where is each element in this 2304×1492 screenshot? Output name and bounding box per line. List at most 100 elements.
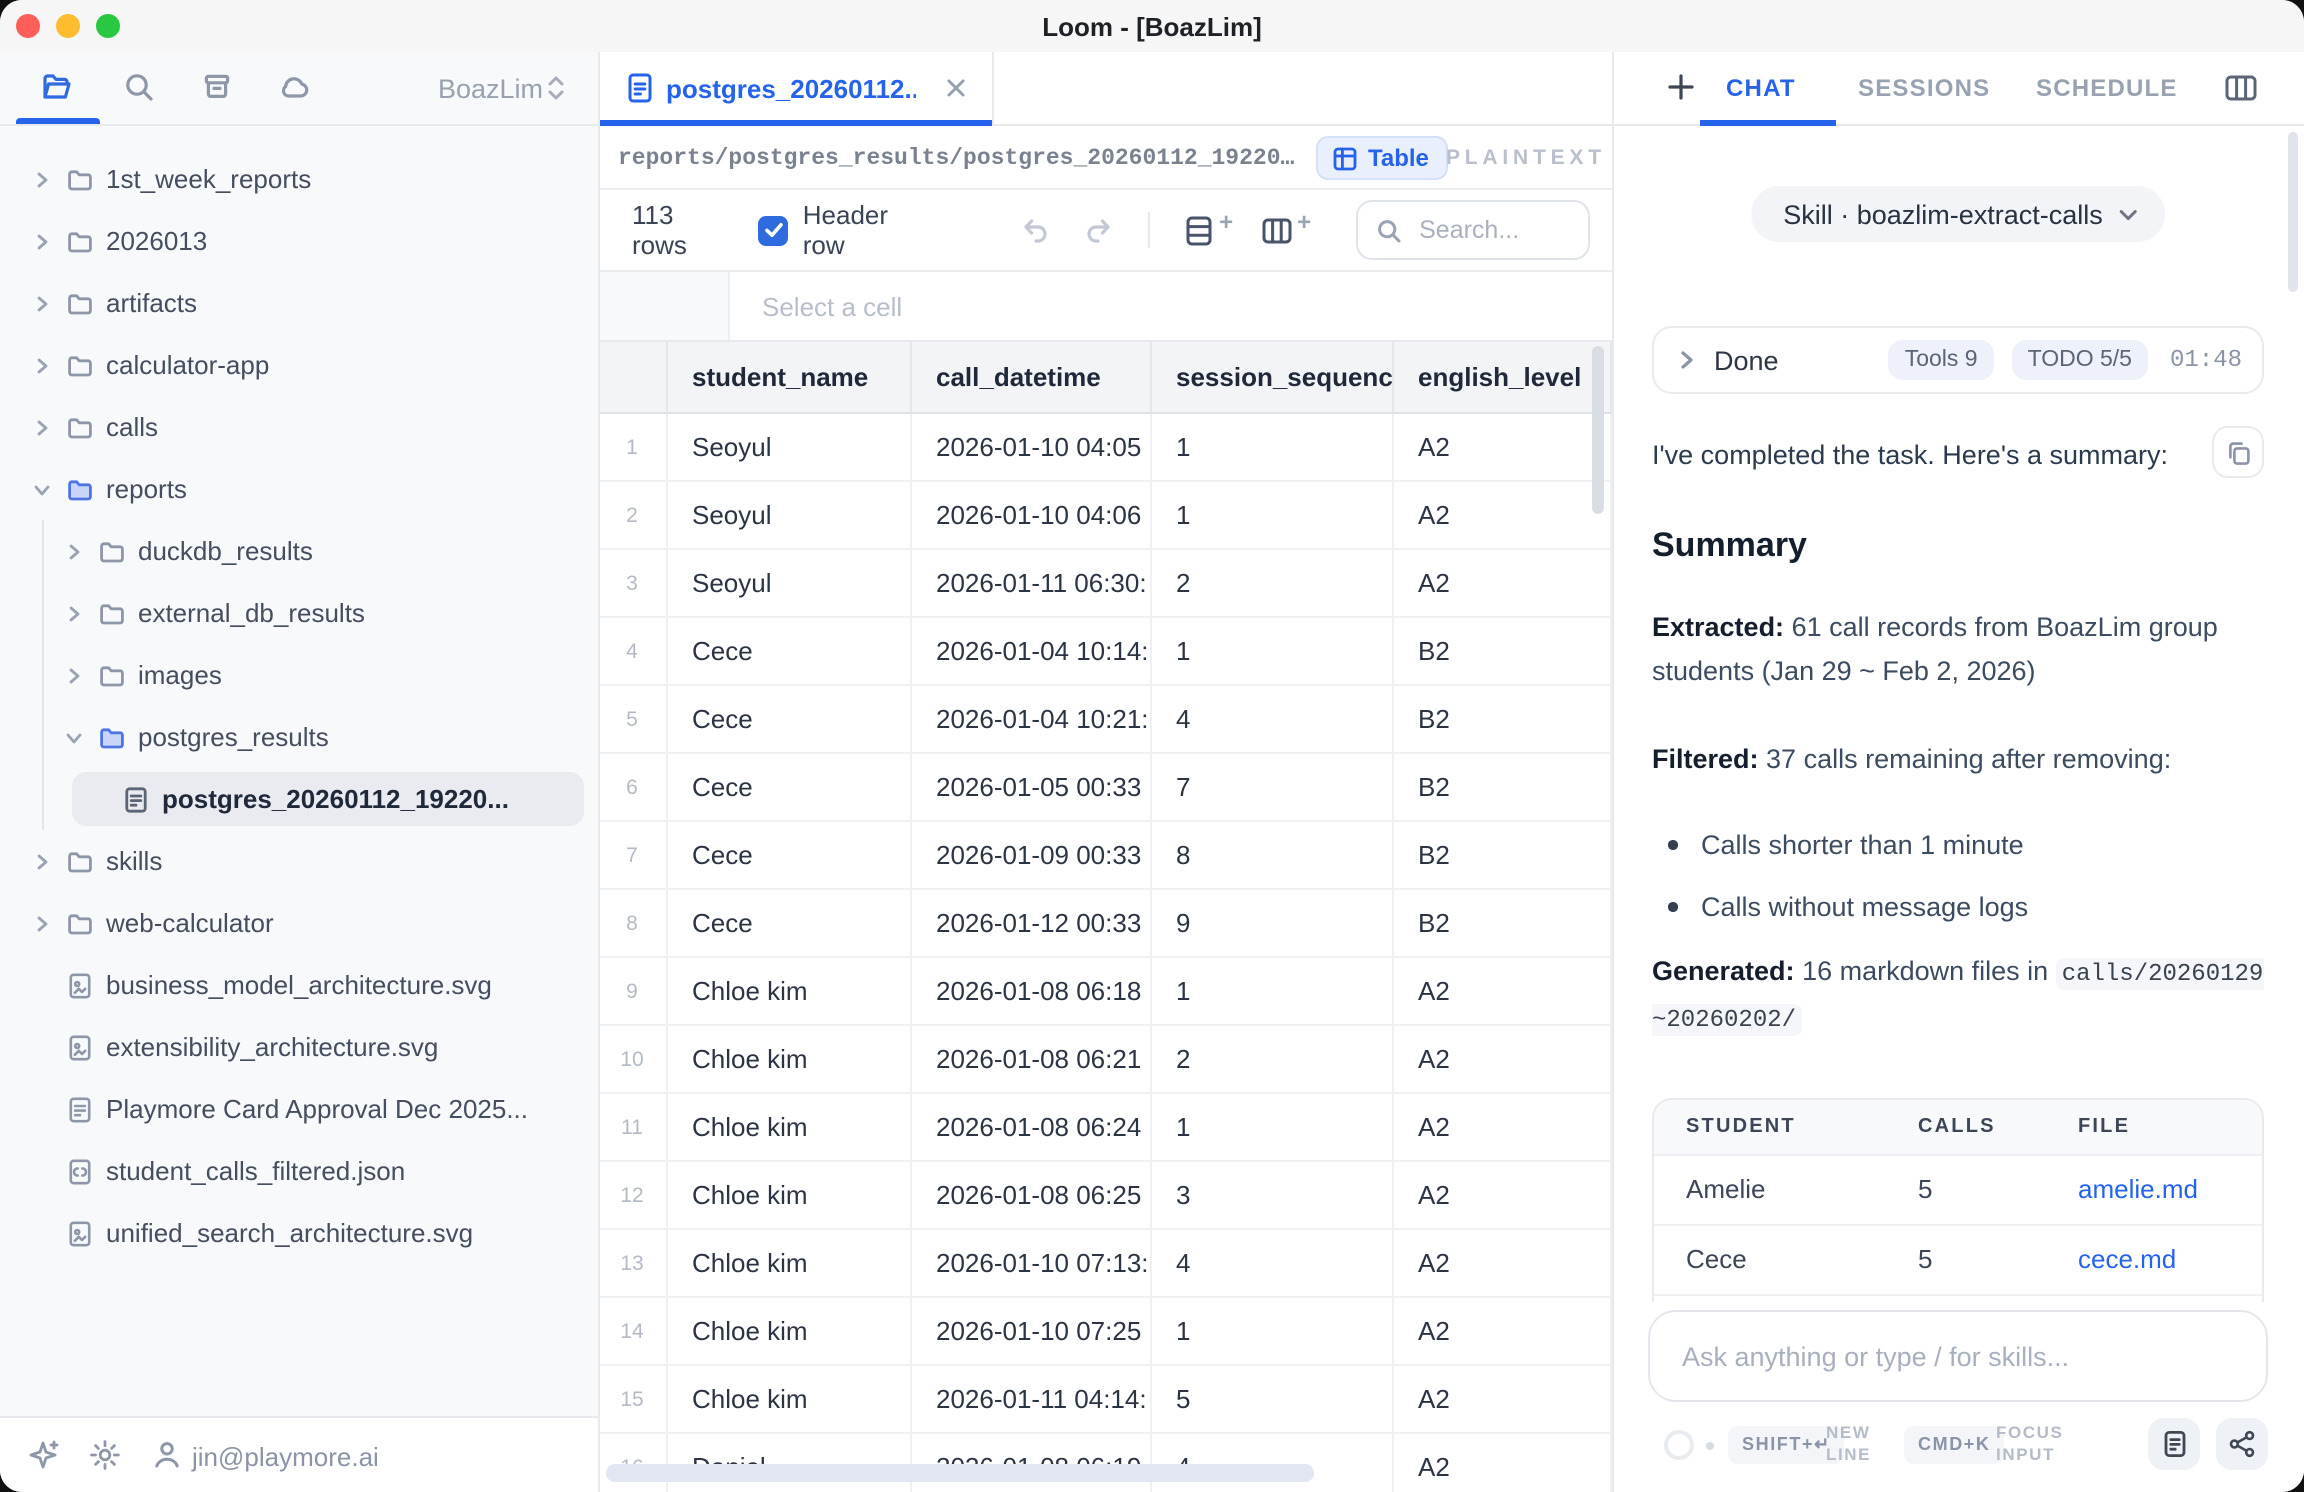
cell-english-level[interactable]: B2 bbox=[1394, 618, 1612, 686]
row-number[interactable]: 3 bbox=[598, 550, 668, 618]
document-button[interactable] bbox=[2148, 1418, 2200, 1470]
formula-bar[interactable]: Select a cell bbox=[598, 272, 1612, 342]
cell-student-name[interactable]: Chloe kim bbox=[668, 1094, 912, 1162]
cell-student-name[interactable]: Chloe kim bbox=[668, 1026, 912, 1094]
cell-call-datetime[interactable]: 2026-01-08 06:21 bbox=[912, 1026, 1152, 1094]
skill-pill[interactable]: Skill · boazlim-extract-calls bbox=[1751, 186, 2165, 242]
cell-english-level[interactable]: A2 bbox=[1394, 550, 1612, 618]
copy-button[interactable] bbox=[2212, 426, 2264, 478]
cell-call-datetime[interactable]: 2026-01-10 04:05 bbox=[912, 414, 1152, 482]
cell-session-sequence[interactable]: 1 bbox=[1152, 1094, 1394, 1162]
cell-student-name[interactable]: Cece bbox=[668, 890, 912, 958]
tree-item-reports[interactable]: reports bbox=[0, 458, 598, 520]
table-row[interactable]: 2 Seoyul 2026-01-10 04:06 1 A2 bbox=[598, 482, 1612, 550]
user-icon[interactable] bbox=[150, 1438, 184, 1472]
table-row[interactable]: 13 Chloe kim 2026-01-10 07:13: 4 A2 bbox=[598, 1230, 1612, 1298]
cell-english-level[interactable]: A2 bbox=[1394, 414, 1612, 482]
workspace-selector[interactable]: BoazLim bbox=[438, 52, 543, 124]
cell-english-level[interactable]: B2 bbox=[1394, 890, 1612, 958]
chat-divider[interactable] bbox=[1611, 52, 1613, 1492]
cell-session-sequence[interactable]: 1 bbox=[1152, 1298, 1394, 1366]
cell-session-sequence[interactable]: 4 bbox=[1152, 686, 1394, 754]
sidebar-divider[interactable] bbox=[597, 52, 599, 1492]
tab-schedule[interactable]: SCHEDULE bbox=[2036, 52, 2178, 124]
cell-call-datetime[interactable]: 2026-01-08 06:24 bbox=[912, 1094, 1152, 1162]
cell-student-name[interactable]: Chloe kim bbox=[668, 1366, 912, 1434]
cell-english-level[interactable]: A2 bbox=[1394, 1230, 1612, 1298]
cell-call-datetime[interactable]: 2026-01-10 07:25 bbox=[912, 1298, 1152, 1366]
table-row[interactable]: 16 Daniel 2026-01-08 06:19 4 A2 bbox=[598, 1434, 1612, 1492]
row-number[interactable]: 2 bbox=[598, 482, 668, 550]
cell-student-name[interactable]: Seoyul bbox=[668, 482, 912, 550]
cell-english-level[interactable]: B2 bbox=[1394, 822, 1612, 890]
gear-icon[interactable] bbox=[88, 1438, 122, 1472]
row-number[interactable]: 7 bbox=[598, 822, 668, 890]
cell-session-sequence[interactable]: 4 bbox=[1152, 1434, 1394, 1492]
cell-session-sequence[interactable]: 2 bbox=[1152, 1026, 1394, 1094]
cell-session-sequence[interactable]: 9 bbox=[1152, 890, 1394, 958]
cell-call-datetime[interactable]: 2026-01-05 00:33 bbox=[912, 754, 1152, 822]
chevron-right-icon[interactable] bbox=[30, 295, 54, 311]
cell-call-datetime[interactable]: 2026-01-08 06:25 bbox=[912, 1162, 1152, 1230]
tab-close-icon[interactable] bbox=[944, 74, 968, 110]
cell-call-datetime[interactable]: 2026-01-11 06:30: bbox=[912, 550, 1152, 618]
tab-sessions[interactable]: SESSIONS bbox=[1858, 52, 1990, 124]
table-search[interactable] bbox=[1355, 200, 1590, 260]
table-vertical-scrollbar[interactable] bbox=[1592, 346, 1604, 514]
cell-session-sequence[interactable]: 1 bbox=[1152, 958, 1394, 1026]
table-row[interactable]: 14 Chloe kim 2026-01-10 07:25 1 A2 bbox=[598, 1298, 1612, 1366]
cell-english-level[interactable]: A2 bbox=[1394, 1026, 1612, 1094]
table-row[interactable]: 8 Cece 2026-01-12 00:33 9 B2 bbox=[598, 890, 1612, 958]
chevron-right-icon[interactable] bbox=[30, 853, 54, 869]
row-number[interactable]: 4 bbox=[598, 618, 668, 686]
row-number[interactable]: 5 bbox=[598, 686, 668, 754]
corner-cell[interactable] bbox=[598, 342, 668, 412]
cell-call-datetime[interactable]: 2026-01-04 10:21: bbox=[912, 686, 1152, 754]
cell-call-datetime[interactable]: 2026-01-04 10:14: bbox=[912, 618, 1152, 686]
table-search-input[interactable] bbox=[1415, 214, 1570, 246]
files-folder-icon[interactable] bbox=[40, 70, 74, 104]
column-header[interactable]: english_level bbox=[1394, 342, 1612, 412]
redo-icon[interactable] bbox=[1082, 214, 1114, 246]
row-number[interactable]: 8 bbox=[598, 890, 668, 958]
cell-session-sequence[interactable]: 1 bbox=[1152, 414, 1394, 482]
share-button[interactable] bbox=[2216, 1418, 2268, 1470]
cell-call-datetime[interactable]: 2026-01-08 06:18 bbox=[912, 958, 1152, 1026]
tree-item-skills[interactable]: skills bbox=[0, 830, 598, 892]
tree-item-artifacts[interactable]: artifacts bbox=[0, 272, 598, 334]
cell-call-datetime[interactable]: 2026-01-10 07:13: bbox=[912, 1230, 1152, 1298]
cell-english-level[interactable]: A2 bbox=[1394, 1434, 1612, 1492]
view-table-button[interactable]: Table bbox=[1316, 136, 1449, 180]
row-number[interactable]: 14 bbox=[598, 1298, 668, 1366]
column-header[interactable]: call_datetime bbox=[912, 342, 1152, 412]
table-row[interactable]: 11 Chloe kim 2026-01-08 06:24 1 A2 bbox=[598, 1094, 1612, 1162]
table-row[interactable]: 9 Chloe kim 2026-01-08 06:18 1 A2 bbox=[598, 958, 1612, 1026]
cell-student-name[interactable]: Cece bbox=[668, 754, 912, 822]
cell-call-datetime[interactable]: 2026-01-10 04:06 bbox=[912, 482, 1152, 550]
add-column-plus[interactable]: + bbox=[1297, 208, 1311, 236]
chat-scrollbar[interactable] bbox=[2288, 132, 2298, 292]
cell-english-level[interactable]: A2 bbox=[1394, 1366, 1612, 1434]
table-row[interactable]: 4 Cece 2026-01-04 10:14: 1 B2 bbox=[598, 618, 1612, 686]
tree-item-calls[interactable]: calls bbox=[0, 396, 598, 458]
cell-call-datetime[interactable]: 2026-01-09 00:33 bbox=[912, 822, 1152, 890]
cell-student-name[interactable]: Daniel bbox=[668, 1434, 912, 1492]
cell-student-name[interactable]: Chloe kim bbox=[668, 1162, 912, 1230]
cell-student-name[interactable]: Seoyul bbox=[668, 414, 912, 482]
header-row-checkbox[interactable] bbox=[759, 215, 789, 245]
cell-session-sequence[interactable]: 3 bbox=[1152, 1162, 1394, 1230]
cell-session-sequence[interactable]: 1 bbox=[1152, 618, 1394, 686]
cell-call-datetime[interactable]: 2026-01-11 04:14: bbox=[912, 1366, 1152, 1434]
row-number[interactable]: 16 bbox=[598, 1434, 668, 1492]
chevron-right-icon[interactable] bbox=[30, 419, 54, 435]
tree-item-extensibility-svg[interactable]: extensibility_architecture.svg bbox=[0, 1016, 598, 1078]
tab-postgres-file[interactable]: postgres_20260112... bbox=[598, 52, 994, 124]
tree-item-postgres-file-selected[interactable]: postgres_20260112_19220... bbox=[0, 768, 598, 830]
chevron-right-icon[interactable] bbox=[30, 233, 54, 249]
cell-call-datetime[interactable]: 2026-01-12 00:33 bbox=[912, 890, 1152, 958]
cell-student-name[interactable]: Chloe kim bbox=[668, 958, 912, 1026]
cell-english-level[interactable]: A2 bbox=[1394, 1162, 1612, 1230]
archive-icon[interactable] bbox=[200, 70, 234, 104]
files-file-link[interactable]: amelie.md bbox=[2046, 1156, 2262, 1224]
add-row-icon[interactable] bbox=[1181, 213, 1215, 247]
